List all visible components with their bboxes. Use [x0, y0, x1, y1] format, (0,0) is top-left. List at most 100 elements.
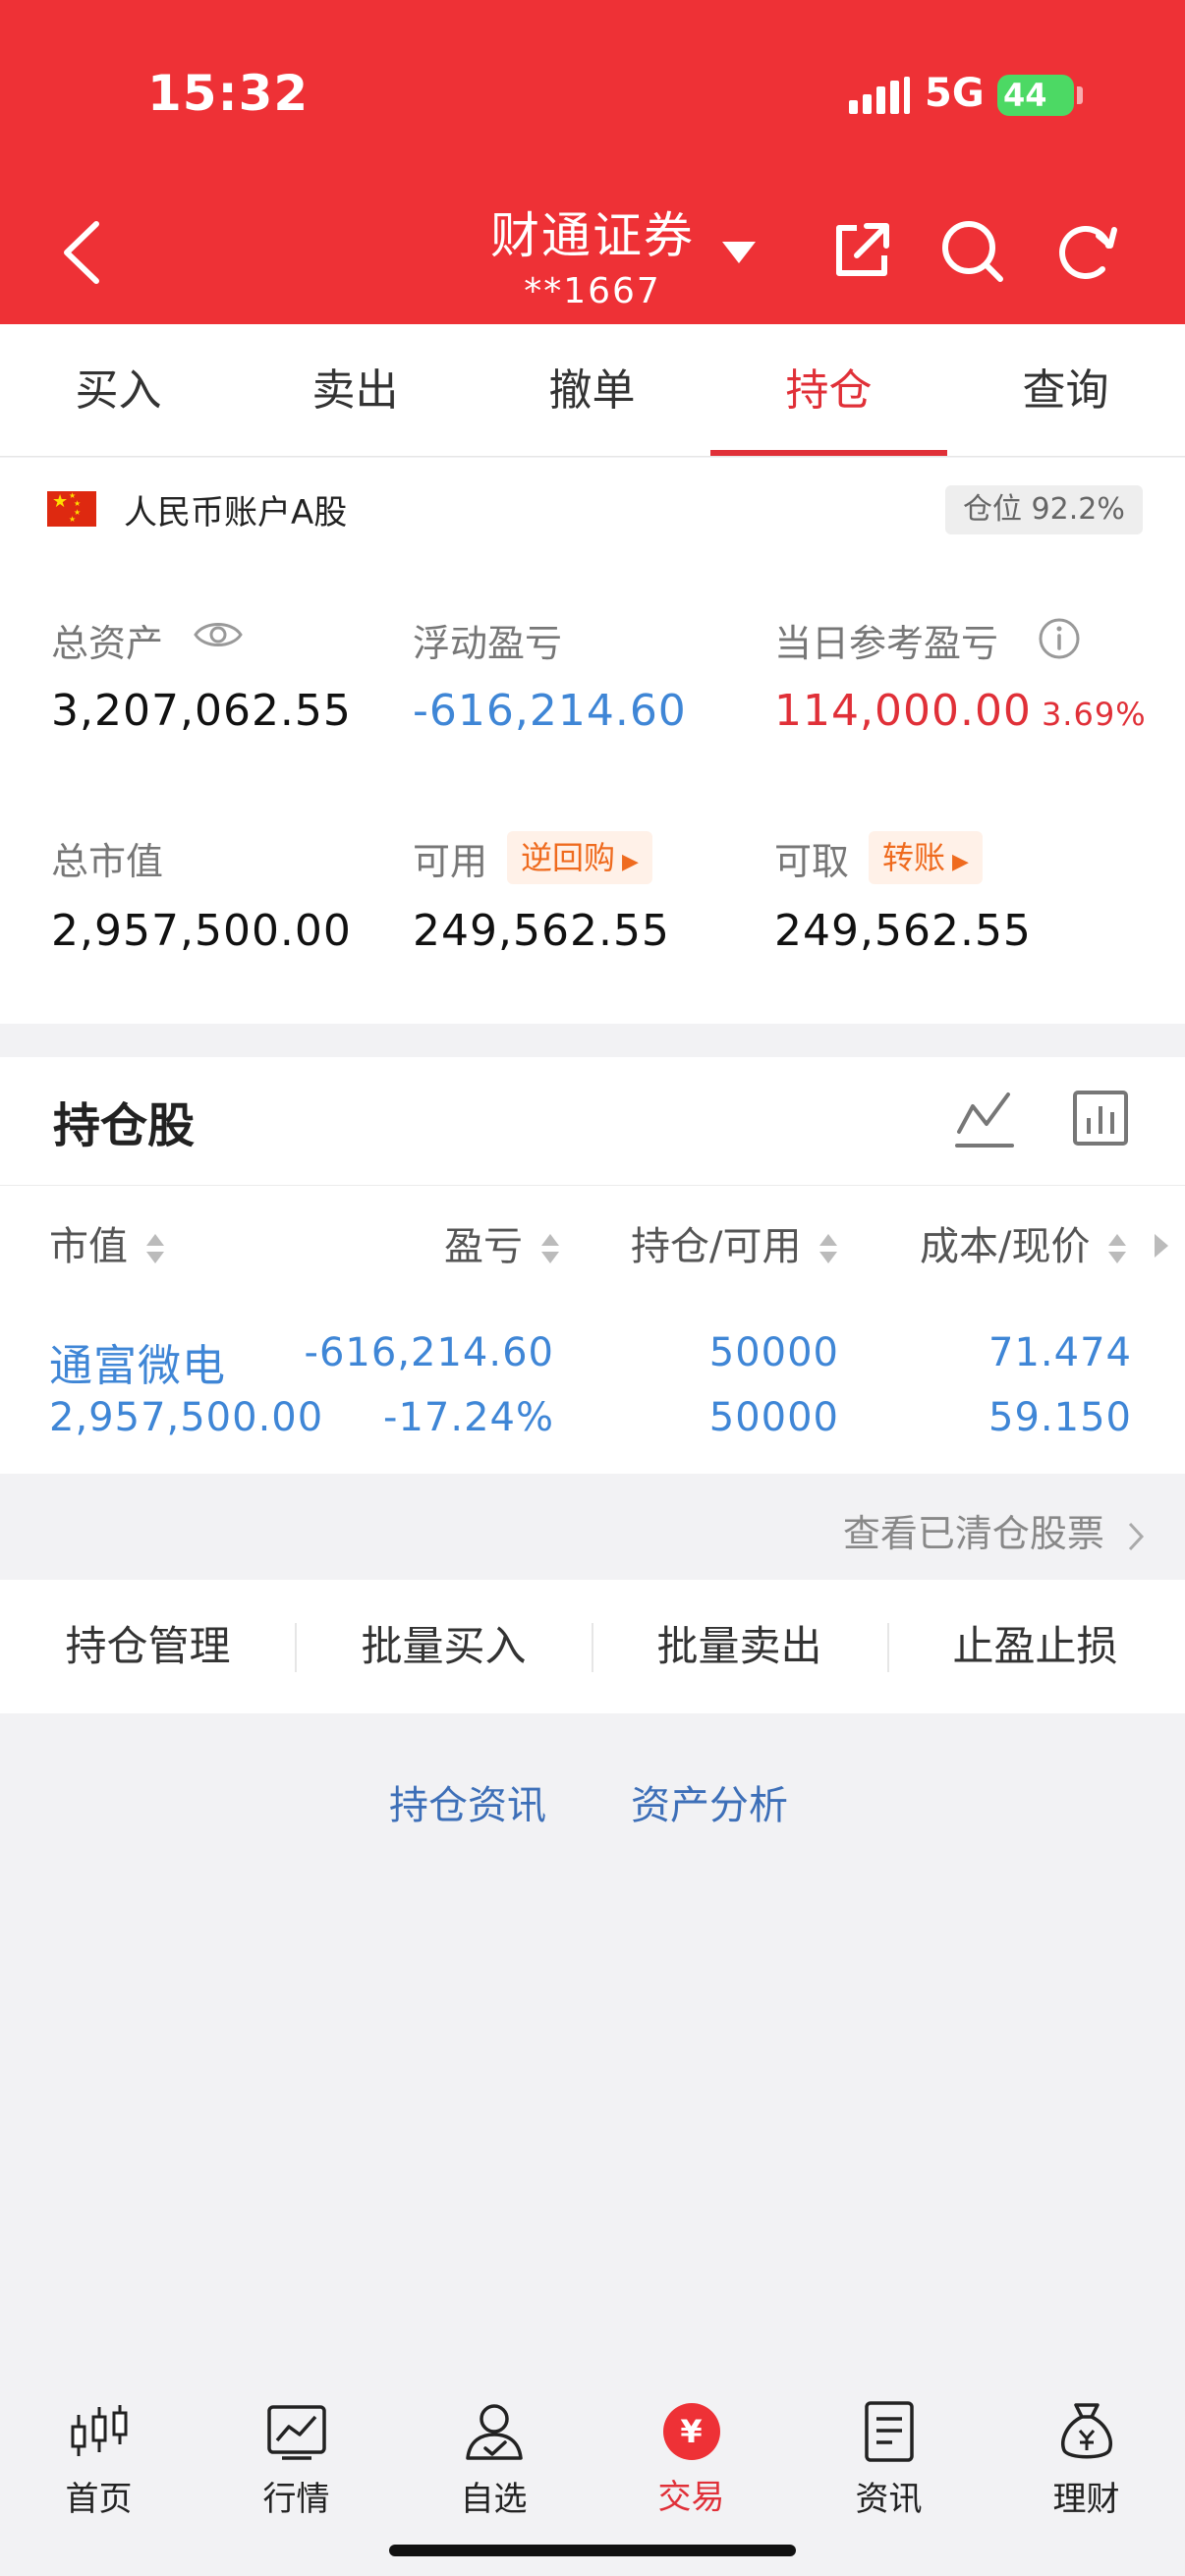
triangle-right-icon: ▶ — [945, 850, 969, 874]
column-header-label: 持仓/可用 — [631, 1224, 802, 1269]
asset-analysis-link[interactable]: 资产分析 — [631, 1773, 788, 1830]
available-value: 249,562.55 — [413, 906, 670, 956]
nav-news[interactable]: 资讯 — [790, 2397, 988, 2520]
nav-market[interactable]: 行情 — [198, 2397, 395, 2520]
transfer-button[interactable]: 转账 ▶ — [869, 831, 983, 884]
reverse-repo-button[interactable]: 逆回购 ▶ — [507, 831, 652, 884]
batch-sell-button[interactable]: 批量卖出 — [592, 1580, 887, 1713]
battery-tip — [1077, 86, 1083, 104]
cleared-stocks-link[interactable]: 查看已清仓股票 — [843, 1503, 1146, 1557]
column-header-market-value[interactable]: 市值 — [49, 1214, 166, 1271]
account-number: **1667 — [524, 271, 661, 311]
stock-pnl-percent: -17.24% — [383, 1395, 554, 1440]
column-header-label: 成本/现价 — [920, 1224, 1091, 1269]
column-header-pnl[interactable]: 盈亏 — [444, 1214, 561, 1271]
position-management-button[interactable]: 持仓管理 — [0, 1580, 296, 1713]
withdrawable-value: 249,562.55 — [774, 906, 1032, 956]
holding-news-link[interactable]: 持仓资讯 — [389, 1773, 546, 1830]
share-icon[interactable] — [827, 216, 896, 285]
tab-buy[interactable]: 买入 — [0, 324, 237, 457]
take-profit-stop-loss-button[interactable]: 止盈止损 — [887, 1580, 1183, 1713]
daily-pnl-label: 当日参考盈亏 — [774, 622, 999, 665]
refresh-icon[interactable] — [1051, 216, 1120, 285]
candlestick-icon — [71, 2405, 127, 2456]
triangle-right-icon: ▶ — [615, 850, 639, 874]
back-icon[interactable] — [57, 218, 106, 287]
nav-label: 自选 — [460, 2480, 528, 2519]
market-value-value: 2,957,500.00 — [51, 906, 352, 956]
sort-icon — [145, 1234, 164, 1263]
floating-pnl-value: -616,214.60 — [413, 686, 687, 736]
stock-available: 50000 — [708, 1395, 839, 1440]
news-icon — [864, 2401, 914, 2462]
position-ratio-badge: 仓位 92.2% — [945, 485, 1143, 534]
daily-pnl-percent: 3.69% — [1041, 696, 1147, 733]
stock-price: 59.150 — [988, 1395, 1132, 1440]
cleared-stocks-label: 查看已清仓股票 — [842, 1512, 1104, 1555]
chevron-right-icon — [1128, 1522, 1145, 1550]
trade-tabs: 买入 卖出 撤单 持仓 查询 — [0, 324, 1185, 457]
nav-home[interactable]: 首页 — [0, 2397, 198, 2520]
yen-icon: ¥ — [662, 2403, 720, 2460]
eye-icon[interactable] — [193, 617, 244, 652]
nav-label: 理财 — [1052, 2480, 1120, 2519]
withdrawable-label: 可取 — [774, 840, 850, 883]
holdings-section: 持仓股 市值 盈亏 持仓/可用 成本/现价 通富微电 2,957,500.00 … — [0, 1057, 1185, 1474]
total-assets-label: 总资产 — [51, 622, 164, 665]
info-icon[interactable] — [1038, 617, 1081, 660]
nav-watchlist[interactable]: 自选 — [395, 2397, 592, 2520]
stock-pnl: -616,214.60 — [304, 1330, 554, 1375]
batch-buy-button[interactable]: 批量买入 — [296, 1580, 592, 1713]
sort-icon — [1108, 1234, 1127, 1263]
scroll-right-icon[interactable] — [1152, 1232, 1171, 1260]
battery-icon: 44 — [997, 75, 1074, 116]
nav-label: 交易 — [657, 2478, 725, 2517]
account-type-label: 人民币账户A股 — [124, 493, 348, 532]
daily-pnl-amount: 114,000.00 — [774, 686, 1032, 736]
tab-query[interactable]: 查询 — [947, 324, 1184, 457]
sort-icon — [540, 1234, 559, 1263]
money-bag-icon — [1060, 2403, 1112, 2459]
daily-pnl-value: 114,000.00 3.69% — [774, 686, 1147, 736]
stock-holding: 50000 — [708, 1330, 839, 1375]
app-header: 15:32 5G 44 财通证券 **1667 — [0, 0, 1185, 324]
tab-sell[interactable]: 卖出 — [237, 324, 474, 457]
column-header-label: 盈亏 — [444, 1224, 523, 1269]
caret-down-icon[interactable] — [722, 242, 756, 263]
reverse-repo-label: 逆回购 — [521, 839, 616, 876]
market-chart-icon — [266, 2405, 326, 2460]
holdings-title: 持仓股 — [53, 1098, 196, 1153]
divider — [0, 1185, 1185, 1186]
nav-label: 行情 — [262, 2480, 330, 2519]
available-label: 可用 — [413, 840, 488, 883]
account-summary: ★ ★ ★ ★ ★ 人民币账户A股 仓位 92.2% 总资产 3,207,062… — [0, 458, 1185, 1024]
nav-wealth[interactable]: 理财 — [988, 2397, 1185, 2520]
tab-positions[interactable]: 持仓 — [710, 324, 947, 457]
total-assets-value: 3,207,062.55 — [51, 686, 352, 736]
column-header-cost-price[interactable]: 成本/现价 — [920, 1214, 1128, 1271]
china-flag-icon: ★ ★ ★ ★ ★ — [47, 491, 96, 527]
tab-cancel-order[interactable]: 撤单 — [474, 324, 710, 457]
home-indicator — [389, 2545, 796, 2556]
holdings-action-bar: 持仓管理 批量买入 批量卖出 止盈止损 — [0, 1580, 1185, 1713]
nav-trade[interactable]: ¥ 交易 — [592, 2397, 790, 2518]
battery-level: 44 — [1003, 77, 1047, 114]
signal-icon — [849, 77, 910, 114]
market-value-label: 总市值 — [51, 840, 164, 883]
cleared-stocks-row: 查看已清仓股票 — [0, 1474, 1185, 1580]
active-tab-indicator — [710, 450, 947, 456]
search-icon[interactable] — [937, 216, 1006, 285]
status-time: 15:32 — [147, 65, 310, 122]
transfer-label: 转账 — [882, 839, 946, 876]
sort-icon — [819, 1234, 838, 1263]
network-type: 5G — [925, 71, 985, 116]
trend-line-icon[interactable] — [955, 1087, 1014, 1151]
column-header-label: 市值 — [49, 1224, 128, 1269]
user-check-icon — [465, 2404, 523, 2460]
stock-cost: 71.474 — [988, 1330, 1132, 1375]
stock-market-value: 2,957,500.00 — [49, 1395, 324, 1440]
column-header-holding[interactable]: 持仓/可用 — [631, 1214, 839, 1271]
bar-chart-icon[interactable] — [1071, 1085, 1130, 1149]
stock-name: 通富微电 — [49, 1341, 226, 1391]
nav-label: 资讯 — [855, 2480, 923, 2519]
